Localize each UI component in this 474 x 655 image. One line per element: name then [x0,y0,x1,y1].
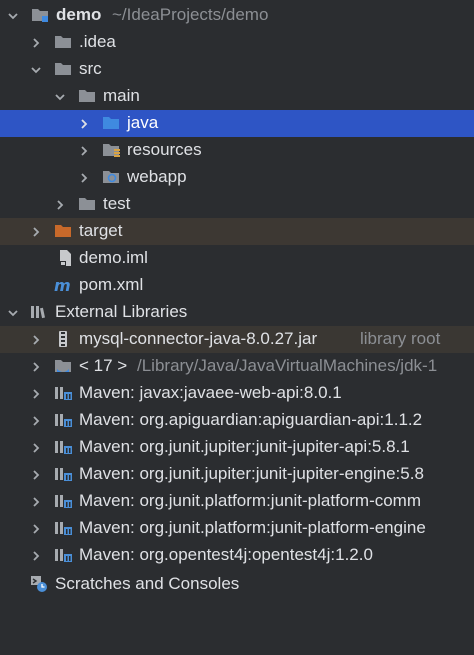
chevron-down-icon[interactable] [29,63,43,77]
chevron-right-icon[interactable] [29,468,43,482]
web-folder-icon [102,168,120,186]
tree-label: webapp [127,167,187,186]
tree-row-external-libraries[interactable]: External Libraries [0,299,474,326]
tree-row-pom-xml[interactable]: m pom.xml [0,272,474,299]
chevron-right-icon[interactable] [77,117,91,131]
chevron-down-icon[interactable] [53,90,67,104]
tree-row-jdk[interactable]: < 17 > /Library/Java/JavaVirtualMachines… [0,353,474,380]
tree-row-scratches[interactable]: Scratches and Consoles [0,571,474,598]
tree-label: demo.iml [79,248,148,267]
tree-label: resources [127,140,202,159]
root-path: ~/IdeaProjects/demo [112,5,269,24]
excluded-folder-icon [54,222,72,240]
maven-library-icon [54,384,72,402]
chevron-right-icon[interactable] [29,522,43,536]
maven-library-icon [54,438,72,456]
chevron-right-icon[interactable] [77,171,91,185]
folder-icon [54,60,72,78]
tree-label: < 17 > [79,356,128,375]
tree-label: Maven: org.junit.platform:junit-platform… [79,491,422,510]
tree-label: External Libraries [55,302,188,321]
tree-row-demo-iml[interactable]: demo.iml [0,245,474,272]
tree-label: Maven: org.opentest4j:opentest4j:1.2.0 [79,545,373,564]
folder-icon [78,195,96,213]
tree-row-test[interactable]: test [0,191,474,218]
folder-icon [54,33,72,51]
tree-label: .idea [79,32,116,51]
tree-row-webapp[interactable]: webapp [0,164,474,191]
maven-library-icon [54,492,72,510]
chevron-right-icon[interactable] [53,198,67,212]
chevron-right-icon[interactable] [29,495,43,509]
tree-row-maven-3[interactable]: Maven: org.junit.jupiter:junit-jupiter-a… [0,434,474,461]
tree-row-maven-5[interactable]: Maven: org.junit.platform:junit-platform… [0,488,474,515]
tree-label: Scratches and Consoles [55,574,240,593]
chevron-right-icon[interactable] [29,414,43,428]
chevron-right-icon[interactable] [29,549,43,563]
tree-row-mysql-jar[interactable]: mysql-connector-java-8.0.27.jar library … [0,326,474,353]
tree-label: target [79,221,123,240]
tree-label: Maven: org.apiguardian:apiguardian-api:1… [79,410,423,429]
maven-file-icon: m [54,276,72,295]
tree-label: Maven: org.junit.platform:junit-platform… [79,518,426,537]
jdk-folder-icon [54,357,72,375]
tree-row-maven-2[interactable]: Maven: org.apiguardian:apiguardian-api:1… [0,407,474,434]
chevron-right-icon[interactable] [77,144,91,158]
tree-label: main [103,86,140,105]
library-root-hint: library root [360,329,441,348]
chevron-down-icon[interactable] [6,9,20,23]
chevron-right-icon[interactable] [29,225,43,239]
tree-row-src[interactable]: src [0,56,474,83]
tree-row-idea[interactable]: .idea [0,29,474,56]
scratches-icon [30,575,48,593]
tree-row-maven-6[interactable]: Maven: org.junit.platform:junit-platform… [0,515,474,542]
chevron-right-icon[interactable] [29,333,43,347]
tree-row-demo[interactable]: demo ~/IdeaProjects/demo [0,2,474,29]
chevron-right-icon[interactable] [29,360,43,374]
project-tree[interactable]: demo ~/IdeaProjects/demo .idea src main [0,0,474,655]
chevron-down-icon[interactable] [6,306,20,320]
tree-row-java[interactable]: java [0,110,474,137]
chevron-right-icon[interactable] [29,441,43,455]
svg-text:m: m [54,276,71,294]
module-folder-icon [31,6,49,24]
chevron-right-icon[interactable] [29,387,43,401]
iml-file-icon [56,249,74,267]
tree-label: mysql-connector-java-8.0.27.jar [79,329,318,348]
root-name: demo [56,5,102,24]
libraries-icon [30,303,48,321]
tree-label: pom.xml [79,275,144,294]
maven-library-icon [54,411,72,429]
tree-row-maven-7[interactable]: Maven: org.opentest4j:opentest4j:1.2.0 [0,542,474,569]
tree-row-resources[interactable]: resources [0,137,474,164]
tree-row-maven-1[interactable]: Maven: javax:javaee-web-api:8.0.1 [0,380,474,407]
tree-row-target[interactable]: target [0,218,474,245]
maven-library-icon [54,519,72,537]
resources-folder-icon [102,141,120,159]
chevron-right-icon[interactable] [29,36,43,50]
tree-label: Maven: org.junit.jupiter:junit-jupiter-e… [79,464,424,483]
folder-icon [78,87,96,105]
tree-label: src [79,59,102,78]
tree-label: Maven: javax:javaee-web-api:8.0.1 [79,383,342,402]
tree-label: Maven: org.junit.jupiter:junit-jupiter-a… [79,437,410,456]
tree-row-main[interactable]: main [0,83,474,110]
tree-label: java [127,113,159,132]
tree-row-maven-4[interactable]: Maven: org.junit.jupiter:junit-jupiter-e… [0,461,474,488]
tree-label: test [103,194,131,213]
maven-library-icon [54,465,72,483]
maven-library-icon [54,546,72,564]
jar-icon [54,330,72,348]
jdk-path: /Library/Java/JavaVirtualMachines/jdk-1 [137,356,438,375]
source-folder-icon [102,114,120,132]
